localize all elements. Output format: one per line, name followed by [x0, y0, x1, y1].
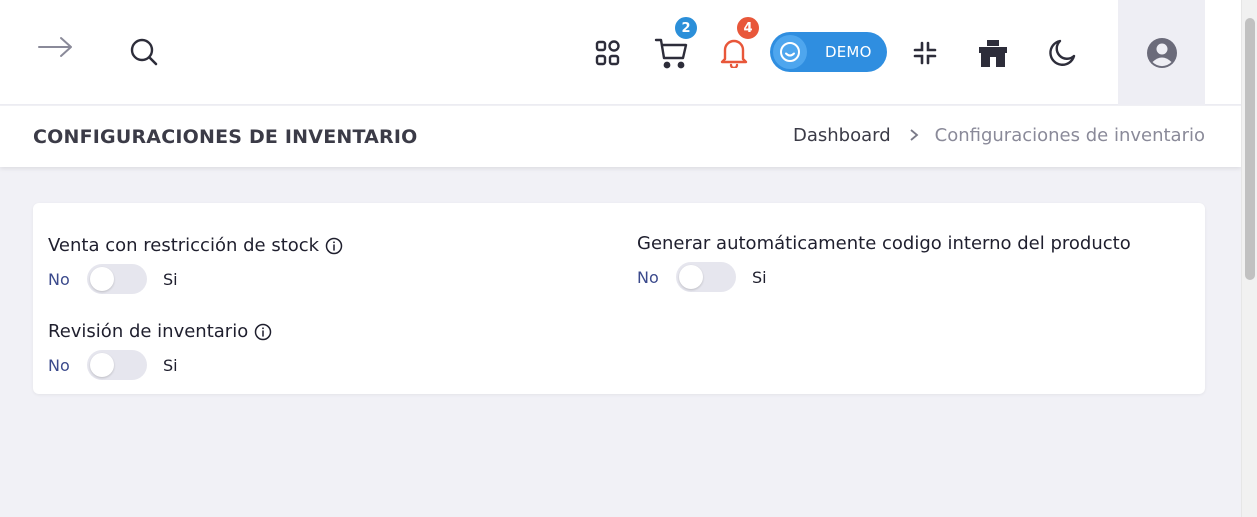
setting-title: Venta con restricción de stock: [48, 235, 320, 256]
smile-icon: [773, 35, 807, 69]
setting-title: Generar automáticamente codigo interno d…: [637, 233, 1131, 254]
toggle-off-label: No: [48, 355, 70, 375]
scrollbar-thumb[interactable]: [1245, 18, 1255, 280]
cart-badge: 2: [673, 15, 699, 41]
stock-restriction-toggle[interactable]: [87, 264, 147, 294]
user-circle-icon: [1146, 37, 1178, 69]
toggle-knob: [679, 265, 703, 289]
demo-label: DEMO: [825, 43, 872, 61]
toggle-knob: [90, 267, 114, 291]
toggle-off-label: No: [637, 267, 659, 287]
search-icon[interactable]: [126, 34, 162, 70]
toggle-knob: [90, 353, 114, 377]
toggle-on-label: Si: [752, 267, 767, 287]
breadcrumb: Dashboard Configuraciones de inventario: [793, 125, 1205, 146]
inventory-review-toggle[interactable]: [87, 350, 147, 380]
auto-internal-code-toggle[interactable]: [676, 262, 736, 292]
top-navbar: 2 4 DEMO: [0, 0, 1241, 105]
setting-auto-internal-code: Generar automáticamente codigo interno d…: [637, 233, 1131, 292]
user-menu[interactable]: [1118, 0, 1205, 105]
breadcrumb-current: Configuraciones de inventario: [934, 125, 1205, 146]
moon-icon[interactable]: [1044, 35, 1080, 71]
toggle-off-label: No: [48, 269, 70, 289]
page-title: CONFIGURACIONES DE INVENTARIO: [33, 126, 418, 148]
arrow-right-icon[interactable]: [36, 32, 76, 62]
page-header: CONFIGURACIONES DE INVENTARIO Dashboard …: [0, 106, 1241, 167]
setting-title: Revisión de inventario: [48, 321, 249, 342]
store-icon[interactable]: [975, 35, 1011, 71]
settings-card: Venta con restricción de stock No Si Rev…: [33, 203, 1205, 394]
setting-inventory-review: Revisión de inventario No Si: [48, 321, 272, 380]
toggle-on-label: Si: [163, 269, 178, 289]
notifications-badge: 4: [735, 15, 761, 41]
setting-stock-restriction: Venta con restricción de stock No Si: [48, 235, 343, 294]
apps-grid-icon[interactable]: [591, 36, 625, 70]
vertical-scrollbar[interactable]: [1241, 0, 1257, 517]
demo-mode-toggle[interactable]: DEMO: [770, 32, 887, 72]
minimize-icon[interactable]: [908, 36, 942, 70]
breadcrumb-dashboard-link[interactable]: Dashboard: [793, 125, 891, 146]
info-icon[interactable]: [254, 323, 272, 341]
toggle-on-label: Si: [163, 355, 178, 375]
info-icon[interactable]: [325, 237, 343, 255]
chevron-right-icon: [909, 126, 919, 145]
